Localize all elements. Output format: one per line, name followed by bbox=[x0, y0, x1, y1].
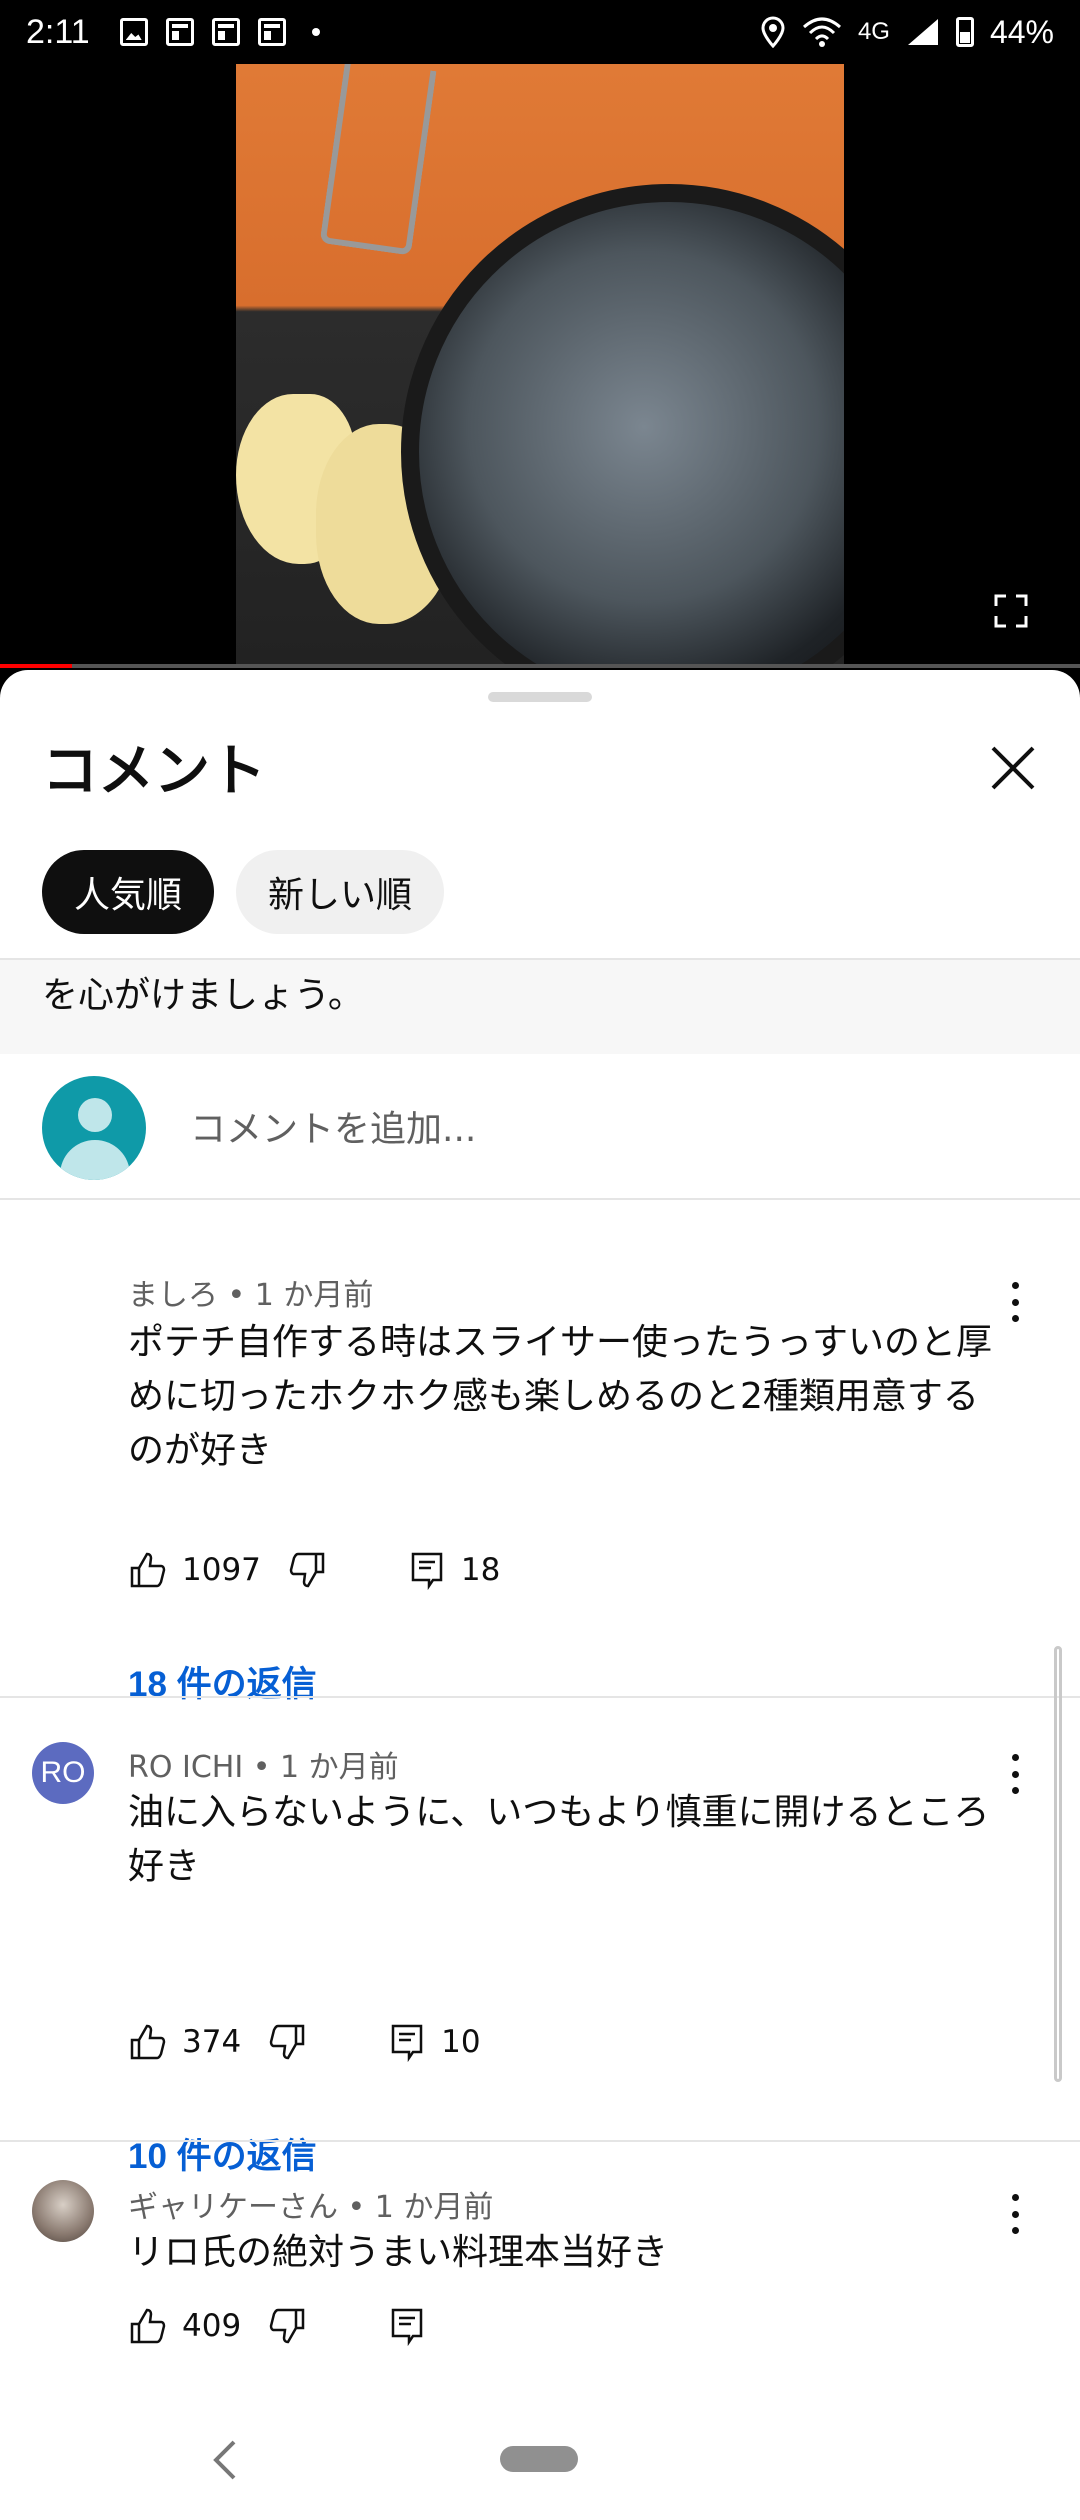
home-pill[interactable] bbox=[500, 2446, 578, 2472]
view-replies-link[interactable]: 18 件の返信 bbox=[128, 1656, 317, 1707]
view-replies-link[interactable]: 10 件の返信 bbox=[128, 2128, 317, 2179]
progress-played bbox=[0, 664, 72, 668]
battery-icon bbox=[955, 17, 974, 47]
sheet-title: コメント bbox=[42, 739, 266, 804]
reply-count: 10 bbox=[441, 2024, 481, 2060]
status-right: 4G 44% bbox=[760, 14, 1054, 51]
network-type: 4G bbox=[857, 18, 890, 45]
signal-icon bbox=[907, 19, 938, 45]
like-count: 409 bbox=[182, 2308, 242, 2344]
thumb-up-icon bbox=[130, 1552, 166, 1588]
comment-actions: 1097 18 bbox=[128, 1550, 500, 1590]
close-icon[interactable] bbox=[985, 740, 1041, 796]
battery-percent: 44% bbox=[989, 13, 1054, 50]
video-progress-bar[interactable] bbox=[0, 664, 1080, 668]
status-time: 2:11 bbox=[26, 12, 90, 51]
back-icon[interactable] bbox=[204, 2436, 244, 2484]
fullscreen-icon[interactable] bbox=[994, 594, 1028, 628]
divider bbox=[0, 2140, 1080, 2142]
divider bbox=[0, 1198, 1080, 1200]
reply-button[interactable]: 18 bbox=[407, 1550, 500, 1590]
notification-icons bbox=[119, 18, 320, 46]
more-notifications-dot-icon bbox=[311, 28, 320, 36]
thumb-down-icon[interactable] bbox=[267, 2022, 307, 2062]
like-count: 1097 bbox=[182, 1552, 261, 1588]
comment-text: リロ氏の絶対うまい料理本当好き bbox=[128, 2232, 669, 2273]
comment-meta: ましろ • 1 か月前 bbox=[128, 1278, 374, 1313]
avatar[interactable] bbox=[32, 2180, 94, 2242]
news-notification-icon bbox=[257, 18, 286, 46]
chip-top[interactable]: 人気順 bbox=[42, 850, 215, 934]
notice-text: を心がけましょう。 bbox=[42, 975, 364, 1016]
avatar bbox=[42, 1076, 146, 1180]
comment-meta: ギャリケーさん • 1 か月前 bbox=[128, 2190, 494, 2225]
comment-actions: 409 bbox=[128, 2306, 427, 2346]
system-nav-bar bbox=[0, 2400, 1080, 2520]
reply-button[interactable]: 10 bbox=[387, 2022, 481, 2062]
guideline-notice: を心がけましょう。 bbox=[0, 960, 1080, 1054]
chip-newest[interactable]: 新しい順 bbox=[236, 850, 445, 934]
comment-meta: RO ICHI • 1 か月前 bbox=[128, 1750, 399, 1785]
scrollbar[interactable] bbox=[1054, 1646, 1062, 2082]
news-notification-icon bbox=[211, 18, 240, 46]
frying-pan bbox=[401, 184, 844, 668]
comment-text: 油に入らないように、いつもより慎重に開けるところ好き bbox=[128, 1792, 990, 1887]
reply-count: 18 bbox=[460, 1552, 501, 1588]
location-icon bbox=[761, 16, 785, 48]
sort-chips: 人気順 新しい順 bbox=[42, 850, 445, 934]
stand-handle bbox=[319, 64, 437, 256]
image-notification-icon bbox=[119, 18, 148, 46]
divider bbox=[0, 1696, 1080, 1698]
like-button[interactable]: 409 bbox=[128, 2306, 241, 2346]
video-player[interactable] bbox=[0, 64, 1080, 668]
thumb-up-icon bbox=[130, 2308, 166, 2344]
like-button[interactable]: 1097 bbox=[128, 1550, 261, 1590]
wifi-icon bbox=[802, 17, 841, 47]
video-frame bbox=[236, 64, 844, 668]
like-count: 374 bbox=[182, 2024, 242, 2060]
reply-icon bbox=[391, 2308, 423, 2346]
reply-button[interactable] bbox=[387, 2306, 427, 2346]
comments-sheet: コメント 人気順 新しい順 を心がけましょう。 コメントを追加... ましろ •… bbox=[0, 670, 1080, 2520]
news-notification-icon bbox=[165, 18, 194, 46]
thumb-up-icon bbox=[130, 2024, 166, 2060]
avatar[interactable]: RO bbox=[32, 1742, 94, 1804]
add-comment-input[interactable]: コメントを追加... bbox=[190, 1100, 476, 1152]
comment-actions: 374 10 bbox=[128, 2022, 481, 2062]
comment-text: ポテチ自作する時はスライサー使ったうっすいのと厚めに切ったホクホク感も楽しめるの… bbox=[128, 1322, 993, 1471]
add-comment-row[interactable]: コメントを追加... bbox=[0, 1054, 1080, 1188]
reply-icon bbox=[391, 2024, 423, 2062]
like-button[interactable]: 374 bbox=[128, 2022, 241, 2062]
thumb-down-icon[interactable] bbox=[267, 2306, 307, 2346]
thumb-down-icon[interactable] bbox=[287, 1550, 327, 1590]
drag-handle[interactable] bbox=[488, 692, 592, 702]
status-bar: 2:11 4G 44% bbox=[0, 0, 1080, 64]
reply-icon bbox=[411, 1552, 443, 1590]
